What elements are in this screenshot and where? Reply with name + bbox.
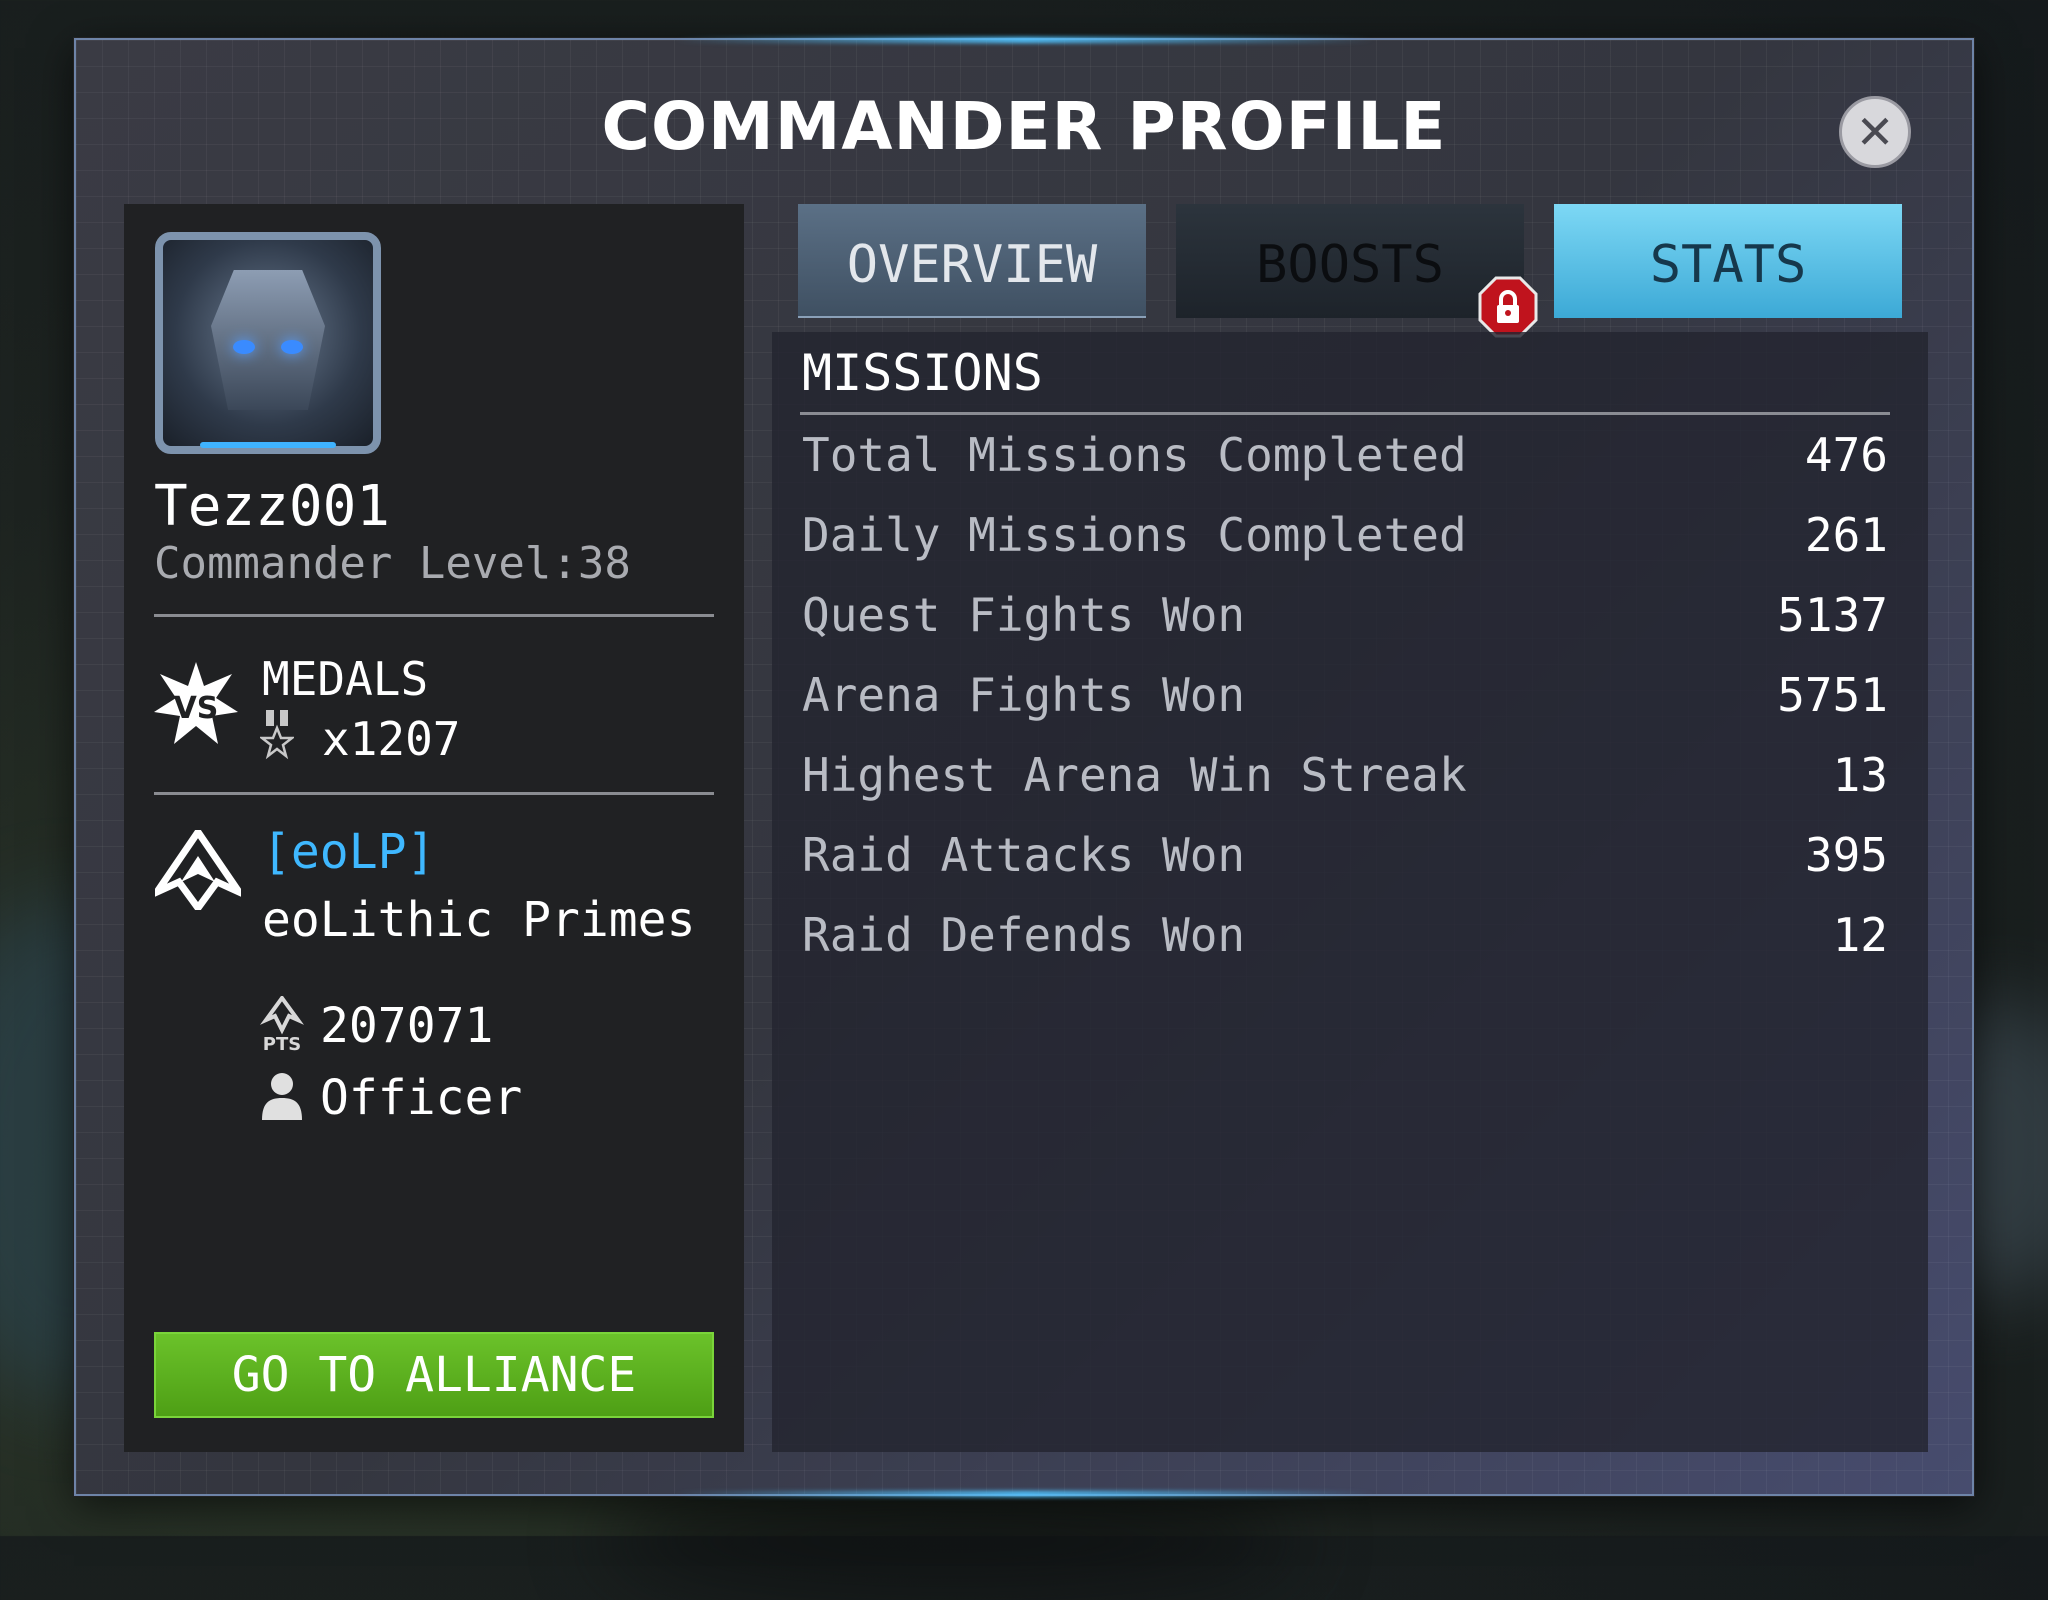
medal-count: x1207 [322, 712, 461, 766]
stat-row: Raid Defends Won 12 [802, 908, 1888, 978]
stat-label: Daily Missions Completed [802, 508, 1467, 562]
alliance-points-icon: PTS [259, 996, 305, 1052]
avatar-eye [281, 340, 303, 354]
tab-stats[interactable]: STATS [1554, 204, 1902, 318]
avatar[interactable] [155, 232, 381, 454]
close-icon: ✕ [1855, 105, 1895, 159]
alliance-emblem-icon [155, 830, 241, 910]
stat-value: 395 [1804, 828, 1888, 882]
stat-label: Quest Fights Won [802, 588, 1246, 642]
svg-text:PTS: PTS [263, 1034, 301, 1052]
stat-value: 5751 [1777, 668, 1888, 722]
stat-value: 13 [1832, 748, 1888, 802]
alliance-points-value: 207071 [320, 998, 494, 1054]
divider [154, 614, 714, 617]
stat-row: Total Missions Completed 476 [802, 428, 1888, 498]
stat-value: 12 [1832, 908, 1888, 962]
avatar-eye [233, 340, 255, 354]
stat-value: 476 [1804, 428, 1888, 482]
go-to-alliance-button[interactable]: GO TO ALLIANCE [154, 1332, 714, 1418]
modal-glow-top [674, 37, 1374, 43]
commander-level: Commander Level:38 [154, 538, 631, 589]
medal-icon [260, 710, 294, 760]
avatar-robot-head [211, 270, 325, 410]
svg-text:VS: VS [174, 691, 219, 726]
medals-label: MEDALS [262, 652, 429, 706]
vs-medal-icon: VS [154, 662, 238, 744]
stat-row: Raid Attacks Won 395 [802, 828, 1888, 898]
stat-label: Highest Arena Win Streak [802, 748, 1467, 802]
stat-row: Highest Arena Win Streak 13 [802, 748, 1888, 818]
stat-value: 5137 [1777, 588, 1888, 642]
stat-label: Raid Defends Won [802, 908, 1246, 962]
alliance-tag-link[interactable]: [eoLP] [262, 824, 435, 880]
stat-label: Arena Fights Won [802, 668, 1246, 722]
alliance-name: eoLithic Primes [262, 892, 696, 948]
person-icon [262, 1073, 302, 1120]
tab-overview[interactable]: OVERVIEW [798, 204, 1146, 318]
stat-label: Raid Attacks Won [802, 828, 1246, 882]
stat-row: Daily Missions Completed 261 [802, 508, 1888, 578]
tab-boosts[interactable]: BOOSTS [1176, 204, 1524, 318]
stat-label: Total Missions Completed [802, 428, 1467, 482]
background-blob [600, 1480, 1300, 1600]
divider [154, 792, 714, 795]
missions-heading: MISSIONS [802, 344, 1043, 402]
lock-icon [1478, 276, 1538, 338]
stat-row: Quest Fights Won 5137 [802, 588, 1888, 658]
close-button[interactable]: ✕ [1839, 96, 1911, 168]
player-name: Tezz001 [154, 474, 391, 539]
stat-value: 261 [1804, 508, 1888, 562]
alliance-rank: Officer [320, 1070, 523, 1126]
page-title: COMMANDER PROFILE [601, 88, 1447, 165]
stat-row: Arena Fights Won 5751 [802, 668, 1888, 738]
section-divider [800, 412, 1890, 415]
avatar-highlight-bar [200, 442, 336, 448]
modal-glow-bottom [674, 1491, 1374, 1497]
